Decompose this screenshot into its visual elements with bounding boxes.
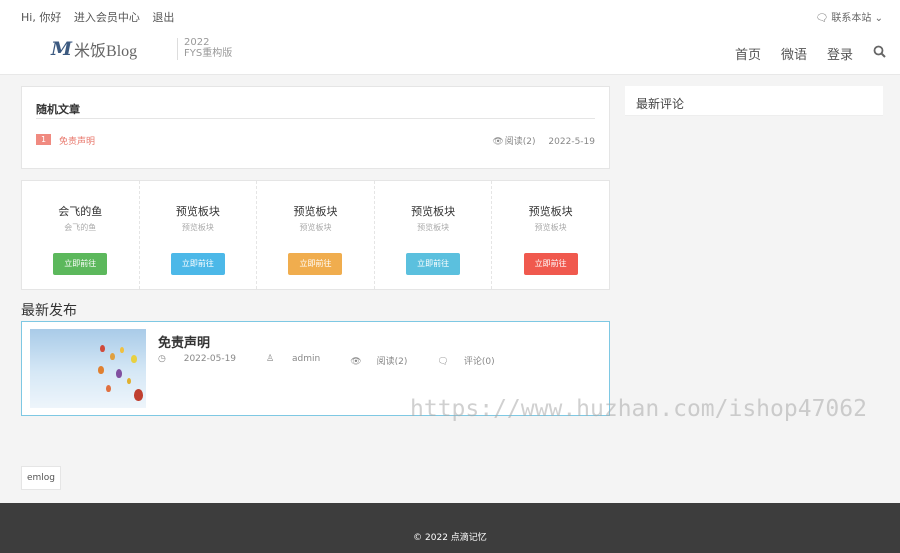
go-button[interactable]: 立即前往 [406,253,461,275]
greeting-text: Hi, 你好 [21,11,62,24]
quick-link-block: 预览板块 预览板块 立即前往 [492,181,609,289]
logo-m-icon: M [51,38,73,60]
balloon-image [98,366,104,374]
quick-links-panel: 会飞的鱼 会飞的鱼 立即前往 预览板块 预览板块 立即前往 预览板块 预览板块 … [21,180,610,290]
block-subtitle: 会飞的鱼 [64,223,97,232]
post-views: 阅读(2) [376,357,408,367]
logo-divider [177,38,178,60]
go-button[interactable]: 立即前往 [288,253,343,275]
post-date: 2022-05-19 [183,354,237,364]
post-author: admin [292,354,321,364]
contact-label: 联系本站 [831,13,872,24]
post-views-group: 👁 阅读(2) [350,354,422,367]
footer-copyright: © 2022 点滴记忆 [413,533,487,543]
random-articles-panel: 随机文章 1 免责声明 👁阅读(2) 2022-5-19 [21,86,610,169]
quick-link-block: 预览板块 预览板块 立即前往 [257,181,375,289]
balloon-image [116,369,122,378]
site-logo[interactable]: M 米饭Blog [51,37,137,61]
search-icon[interactable] [873,45,886,62]
site-header: Hi, 你好 进入会员中心 退出 🗨 联系本站 ⌄ M 米饭Blog 2022 … [0,0,900,75]
comment-icon: 🗨 [437,357,449,367]
balloon-image [100,345,105,352]
main-nav: 首页 微语 登录 [715,44,886,63]
latest-posts-title: 最新发布 [21,303,77,319]
block-title: 预览板块 [528,205,573,218]
logout-link[interactable]: 退出 [152,11,174,24]
chat-icon: 🗨 [815,13,829,24]
chevron-down-icon: ⌄ [874,13,883,24]
block-title: 预览板块 [293,205,338,218]
logo-edition: FYS重构版 [184,48,233,59]
post-thumbnail[interactable] [30,329,146,408]
eye-icon: 👁 [492,137,504,147]
divider [36,118,595,119]
quick-link-block: 预览板块 预览板块 立即前往 [375,181,493,289]
post-date-group: ◷ 2022-05-19 [158,354,251,367]
logo-text: 米饭Blog [74,43,138,60]
block-title: 预览板块 [411,205,456,218]
random-article-meta: 👁阅读(2) 2022-5-19 [482,134,595,147]
rank-badge: 1 [36,134,51,145]
random-article-link[interactable]: 免责声明 [59,134,95,147]
tag-item[interactable]: emlog [21,466,62,490]
quick-link-block: 预览板块 预览板块 立即前往 [140,181,258,289]
random-article-views: 阅读(2) [504,137,536,147]
block-subtitle: 预览板块 [181,223,214,232]
block-subtitle: 预览板块 [299,223,332,232]
block-subtitle: 预览板块 [417,223,450,232]
logo-year: 2022 [184,37,210,48]
nav-login[interactable]: 登录 [827,44,853,63]
block-title: 会飞的鱼 [58,205,103,218]
balloon-image [120,347,124,353]
clock-icon: ◷ [158,354,166,364]
post-comments-group: 🗨 评论(0) [437,354,509,367]
random-articles-title: 随机文章 [36,103,80,116]
go-button[interactable]: 立即前往 [53,253,108,275]
nav-home[interactable]: 首页 [735,44,761,63]
balloon-image [110,353,115,360]
contact-dropdown[interactable]: 🗨 联系本站 ⌄ [816,9,883,24]
quick-link-block: 会飞的鱼 会飞的鱼 立即前往 [22,181,140,289]
watermark: https://www.huzhan.com/ishop47062 [410,396,867,422]
nav-weiyu[interactable]: 微语 [781,44,807,63]
balloon-image [134,389,143,401]
go-button[interactable]: 立即前往 [523,253,578,275]
go-button[interactable]: 立即前往 [170,253,225,275]
logo-subtitle: 2022 FYS重构版 [184,37,232,59]
user-icon: ♙ [266,354,275,364]
member-center-link[interactable]: 进入会员中心 [74,11,140,24]
latest-comments-panel: 最新评论 [625,86,883,116]
balloon-image [106,385,111,392]
post-title[interactable]: 免责声明 [158,332,210,351]
post-author-group: ♙ admin [266,354,335,367]
block-subtitle: 预览板块 [534,223,567,232]
latest-comments-title: 最新评论 [636,97,685,111]
eye-icon: 👁 [350,357,362,367]
block-title: 预览板块 [175,205,220,218]
random-article-date: 2022-5-19 [548,137,595,147]
post-comments: 评论(0) [463,357,495,367]
balloon-image [131,355,137,363]
site-footer: © 2022 点滴记忆 [0,503,900,553]
balloon-image [127,378,131,384]
top-bar: Hi, 你好 进入会员中心 退出 [21,9,183,25]
post-meta: ◷ 2022-05-19 ♙ admin 👁 阅读(2) 🗨 评论(0) [158,354,525,367]
